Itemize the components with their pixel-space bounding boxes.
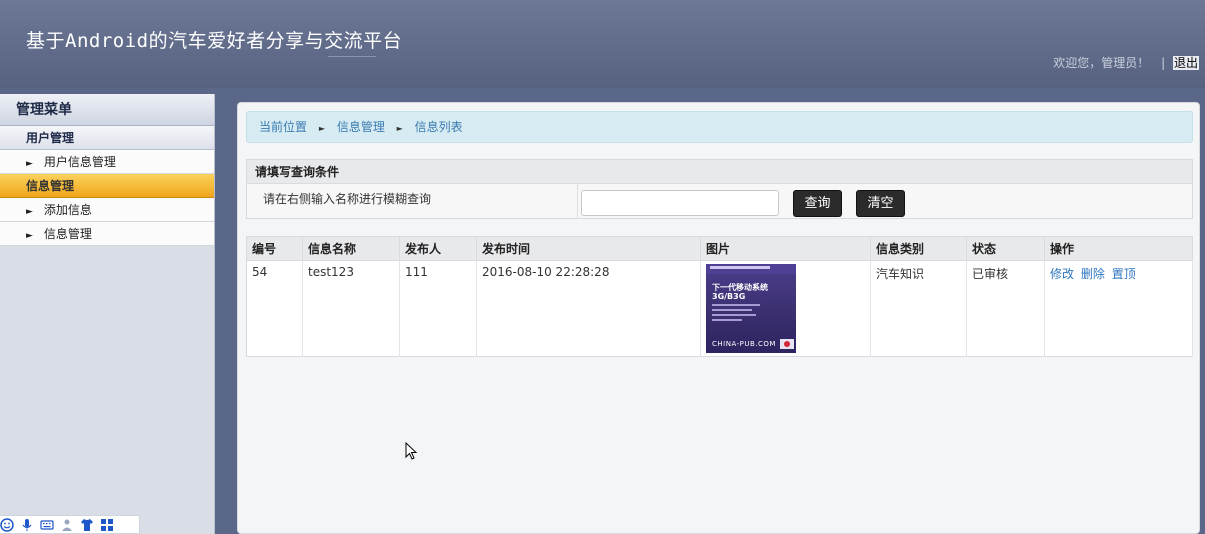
triangle-right-icon: ► [26,207,33,217]
table-row: 54 test123 111 2016-08-10 22:28:28 下一代移动… [246,260,1193,357]
logout-link[interactable]: 退出 [1172,56,1199,70]
column-header: 信息类别 [870,236,967,261]
welcome-text: 欢迎您，管理员！ [1053,56,1150,70]
cover-title-line: 3G/B3G [712,292,746,301]
info-table: 编号 信息名称 发布人 发布时间 图片 信息类别 状态 操作 54 test12… [246,236,1193,357]
sidebar-item-user-info[interactable]: ► 用户信息管理 [0,150,214,174]
title-underline [328,56,376,57]
book-cover-image: 下一代移动系统 3G/B3G CHINA-PUB.COM [706,264,796,353]
column-header: 发布人 [399,236,477,261]
table-header-row: 编号 信息名称 发布人 发布时间 图片 信息类别 状态 操作 [246,236,1193,261]
user-bar: 欢迎您，管理员！ | 退出 [1053,54,1199,71]
sidebar-item-info-manage[interactable]: ► 信息管理 [0,222,214,246]
column-header: 信息名称 [302,236,400,261]
sidebar-item-label: 用户信息管理 [43,155,116,169]
triangle-right-icon: ► [26,231,33,241]
header: 基于Android的汽车爱好者分享与交流平台 欢迎您，管理员！ | 退出 [0,0,1205,88]
sidebar: 管理菜单 用户管理 ► 用户信息管理 信息管理 ► 添加信息 ► 信息管理 [0,94,215,534]
cover-band [706,264,796,274]
cell-time: 2016-08-10 22:28:28 [476,260,701,357]
sidebar-heading: 管理菜单 [0,94,214,126]
shirt-icon[interactable] [80,518,94,532]
breadcrumb-item[interactable]: 当前位置 [259,120,307,134]
menu-group-user-management[interactable]: 用户管理 [0,126,214,150]
query-box: 请填写查询条件 请在右侧输入名称进行模糊查询 查询 清空 [246,159,1193,219]
query-button[interactable]: 查询 [793,190,842,217]
menu-group-info-management[interactable]: 信息管理 [0,174,214,198]
ime-toolbar [0,515,140,534]
search-input[interactable] [581,190,779,216]
keyboard-icon[interactable] [40,518,54,532]
cell-actions: 修改 删除 置顶 [1044,260,1193,357]
app-title: 基于Android的汽车爱好者分享与交流平台 [26,30,403,52]
pin-top-link[interactable]: 置顶 [1112,267,1136,281]
column-header: 状态 [966,236,1045,261]
cell-publisher: 111 [399,260,477,357]
column-header: 操作 [1044,236,1193,261]
column-header: 编号 [246,236,303,261]
cover-title: 下一代移动系统 3G/B3G [712,283,768,301]
sidebar-item-label: 添加信息 [43,203,92,217]
clear-button[interactable]: 清空 [856,190,905,217]
mouse-cursor-icon [405,442,418,460]
column-header: 图片 [700,236,871,261]
main-panel: 当前位置 ► 信息管理 ► 信息列表 请填写查询条件 请在右侧输入名称进行模糊查… [237,102,1200,534]
microphone-icon[interactable] [20,518,34,532]
cell-id: 54 [246,260,303,357]
query-heading: 请填写查询条件 [247,160,1192,184]
triangle-right-icon: ► [26,159,33,169]
cell-category: 汽车知识 [870,260,967,357]
breadcrumb-item[interactable]: 信息列表 [415,120,463,134]
triangle-right-icon: ► [396,124,403,133]
cover-title-line: 下一代移动系统 [712,283,768,292]
user-icon[interactable] [60,518,74,532]
breadcrumb: 当前位置 ► 信息管理 ► 信息列表 [246,111,1193,143]
cover-brand: CHINA-PUB.COM [712,340,776,348]
grid-icon[interactable] [100,518,114,532]
sidebar-item-label: 信息管理 [43,227,92,241]
column-header: 发布时间 [476,236,701,261]
query-hint: 请在右侧输入名称进行模糊查询 [263,192,432,206]
separator: | [1161,56,1166,70]
cover-text-lines [712,304,760,324]
triangle-right-icon: ► [318,124,325,133]
cell-name: test123 [302,260,400,357]
breadcrumb-item[interactable]: 信息管理 [337,120,385,134]
smiley-icon[interactable] [0,517,14,532]
cover-badge-icon [780,339,794,349]
divider [577,184,578,218]
cell-image: 下一代移动系统 3G/B3G CHINA-PUB.COM [700,260,871,357]
status-badge: 已审核 [966,260,1045,357]
sidebar-item-add-info[interactable]: ► 添加信息 [0,198,214,222]
edit-link[interactable]: 修改 [1050,267,1074,281]
delete-link[interactable]: 删除 [1081,267,1105,281]
